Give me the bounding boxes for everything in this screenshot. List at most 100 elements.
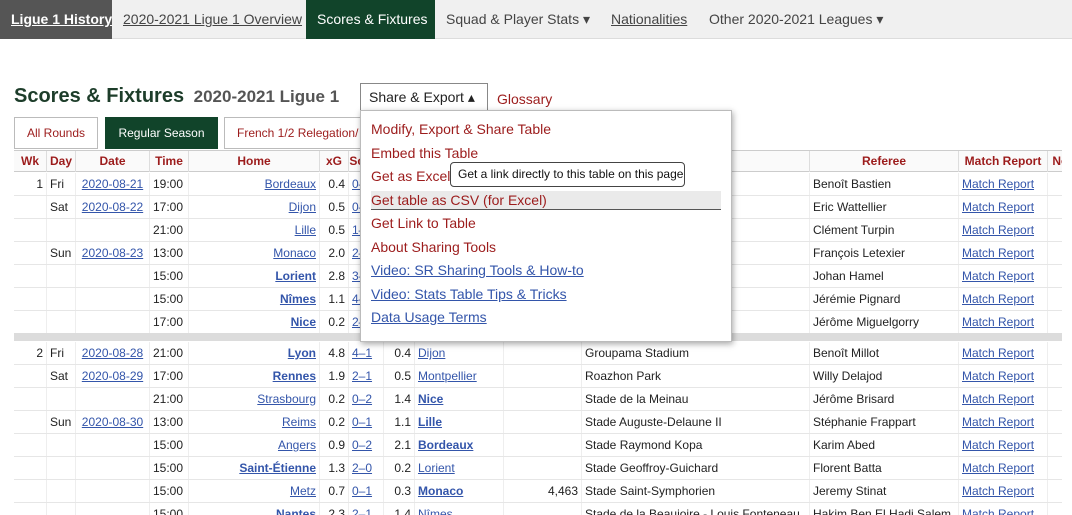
cell-home[interactable]: Reims: [189, 411, 320, 433]
cell-score[interactable]: 2–1: [349, 503, 384, 515]
header-match-report[interactable]: Match Report: [959, 151, 1048, 172]
cell-home[interactable]: Lyon: [189, 342, 320, 364]
cell-date[interactable]: 2020-08-21: [76, 173, 150, 195]
cell-score[interactable]: 2–0: [349, 457, 384, 479]
cell-home-xg: 0.4: [320, 173, 349, 195]
cell-date: [76, 457, 150, 479]
cell-score[interactable]: 0–2: [349, 434, 384, 456]
cell-match-report[interactable]: Match Report: [959, 173, 1048, 195]
cell-day: [47, 480, 76, 502]
cell-home[interactable]: Angers: [189, 434, 320, 456]
menu-get-csv[interactable]: Get table as CSV (for Excel): [371, 191, 721, 210]
cell-day: [47, 457, 76, 479]
cell-home-xg: 2.3: [320, 503, 349, 515]
nav-squad-player-stats[interactable]: Squad & Player Stats ▾: [435, 0, 598, 39]
cell-time: 21:00: [150, 388, 189, 410]
menu-modify-export-share[interactable]: Modify, Export & Share Table: [371, 121, 551, 137]
nav-nationalities[interactable]: Nationalities: [600, 0, 696, 39]
cell-home-xg: 0.2: [320, 388, 349, 410]
cell-date[interactable]: 2020-08-23: [76, 242, 150, 264]
nav-other-leagues[interactable]: Other 2020-2021 Leagues ▾: [698, 0, 890, 39]
cell-home[interactable]: Nice: [189, 311, 320, 333]
cell-day: Sun: [47, 242, 76, 264]
cell-match-report[interactable]: Match Report: [959, 196, 1048, 218]
cell-match-report[interactable]: Match Report: [959, 265, 1048, 287]
menu-data-usage-terms[interactable]: Data Usage Terms: [371, 309, 487, 325]
cell-home[interactable]: Lorient: [189, 265, 320, 287]
cell-match-report[interactable]: Match Report: [959, 411, 1048, 433]
menu-get-link[interactable]: Get Link to Table: [371, 215, 476, 231]
cell-away-xg: 2.1: [384, 434, 415, 456]
header-home[interactable]: Home: [189, 151, 320, 172]
cell-home-xg: 0.7: [320, 480, 349, 502]
cell-match-report[interactable]: Match Report: [959, 342, 1048, 364]
filter-all-rounds[interactable]: All Rounds: [14, 117, 98, 149]
cell-notes: [1048, 365, 1062, 387]
menu-about-sharing[interactable]: About Sharing Tools: [371, 239, 496, 255]
cell-notes: [1048, 288, 1062, 310]
cell-date[interactable]: 2020-08-22: [76, 196, 150, 218]
cell-home[interactable]: Nantes: [189, 503, 320, 515]
cell-score[interactable]: 0–1: [349, 411, 384, 433]
cell-away[interactable]: Monaco: [415, 480, 504, 502]
cell-away[interactable]: Lorient: [415, 457, 504, 479]
cell-home[interactable]: Rennes: [189, 365, 320, 387]
share-export-button[interactable]: Share & Export ▴: [360, 83, 488, 111]
header-date[interactable]: Date: [76, 151, 150, 172]
header-day[interactable]: Day: [47, 151, 76, 172]
cell-score[interactable]: 2–1: [349, 365, 384, 387]
cell-home[interactable]: Strasbourg: [189, 388, 320, 410]
cell-away[interactable]: Lille: [415, 411, 504, 433]
cell-away[interactable]: Montpellier: [415, 365, 504, 387]
cell-date: [76, 311, 150, 333]
cell-match-report[interactable]: Match Report: [959, 480, 1048, 502]
cell-wk: [14, 388, 47, 410]
cell-match-report[interactable]: Match Report: [959, 503, 1048, 515]
header-notes[interactable]: Notes: [1048, 151, 1062, 172]
cell-home[interactable]: Metz: [189, 480, 320, 502]
menu-get-as-excel[interactable]: Get as Excel: [371, 168, 450, 184]
cell-match-report[interactable]: Match Report: [959, 457, 1048, 479]
nav-scores-fixtures[interactable]: Scores & Fixtures: [306, 0, 435, 39]
cell-score[interactable]: 0–1: [349, 480, 384, 502]
cell-home[interactable]: Saint-Étienne: [189, 457, 320, 479]
cell-match-report[interactable]: Match Report: [959, 288, 1048, 310]
cell-home[interactable]: Lille: [189, 219, 320, 241]
menu-embed-table[interactable]: Embed this Table: [371, 145, 478, 161]
header-time[interactable]: Time: [150, 151, 189, 172]
cell-home[interactable]: Bordeaux: [189, 173, 320, 195]
cell-referee: Jérémie Pignard: [810, 288, 959, 310]
cell-match-report[interactable]: Match Report: [959, 388, 1048, 410]
cell-away[interactable]: Bordeaux: [415, 434, 504, 456]
filter-regular-season[interactable]: Regular Season: [105, 117, 218, 149]
cell-venue: Stade Geoffroy-Guichard: [582, 457, 810, 479]
header-home-xg[interactable]: xG: [320, 151, 349, 172]
cell-home[interactable]: Monaco: [189, 242, 320, 264]
cell-home[interactable]: Nîmes: [189, 288, 320, 310]
header-referee[interactable]: Referee: [810, 151, 959, 172]
cell-away[interactable]: Nice: [415, 388, 504, 410]
cell-match-report[interactable]: Match Report: [959, 365, 1048, 387]
cell-wk: 1: [14, 173, 47, 195]
cell-match-report[interactable]: Match Report: [959, 311, 1048, 333]
glossary-link[interactable]: Glossary: [497, 91, 552, 107]
cell-away[interactable]: Nîmes: [415, 503, 504, 515]
menu-video-sharing-tools[interactable]: Video: SR Sharing Tools & How-to: [371, 262, 584, 278]
cell-match-report[interactable]: Match Report: [959, 434, 1048, 456]
cell-away[interactable]: Dijon: [415, 342, 504, 364]
cell-notes: [1048, 480, 1062, 502]
menu-video-stats-tips[interactable]: Video: Stats Table Tips & Tricks: [371, 286, 567, 302]
filter-relegation[interactable]: French 1/2 Relegation/: [224, 117, 364, 149]
cell-date[interactable]: 2020-08-29: [76, 365, 150, 387]
cell-date[interactable]: 2020-08-30: [76, 411, 150, 433]
cell-score[interactable]: 0–2: [349, 388, 384, 410]
nav-season-overview[interactable]: 2020-2021 Ligue 1 Overview: [112, 0, 306, 39]
nav-ligue1-history[interactable]: Ligue 1 History: [0, 0, 112, 39]
header-wk[interactable]: Wk: [14, 151, 47, 172]
cell-score[interactable]: 4–1: [349, 342, 384, 364]
share-export-menu: Modify, Export & Share Table Embed this …: [360, 110, 732, 342]
cell-date[interactable]: 2020-08-28: [76, 342, 150, 364]
cell-match-report[interactable]: Match Report: [959, 219, 1048, 241]
cell-match-report[interactable]: Match Report: [959, 242, 1048, 264]
cell-home[interactable]: Dijon: [189, 196, 320, 218]
